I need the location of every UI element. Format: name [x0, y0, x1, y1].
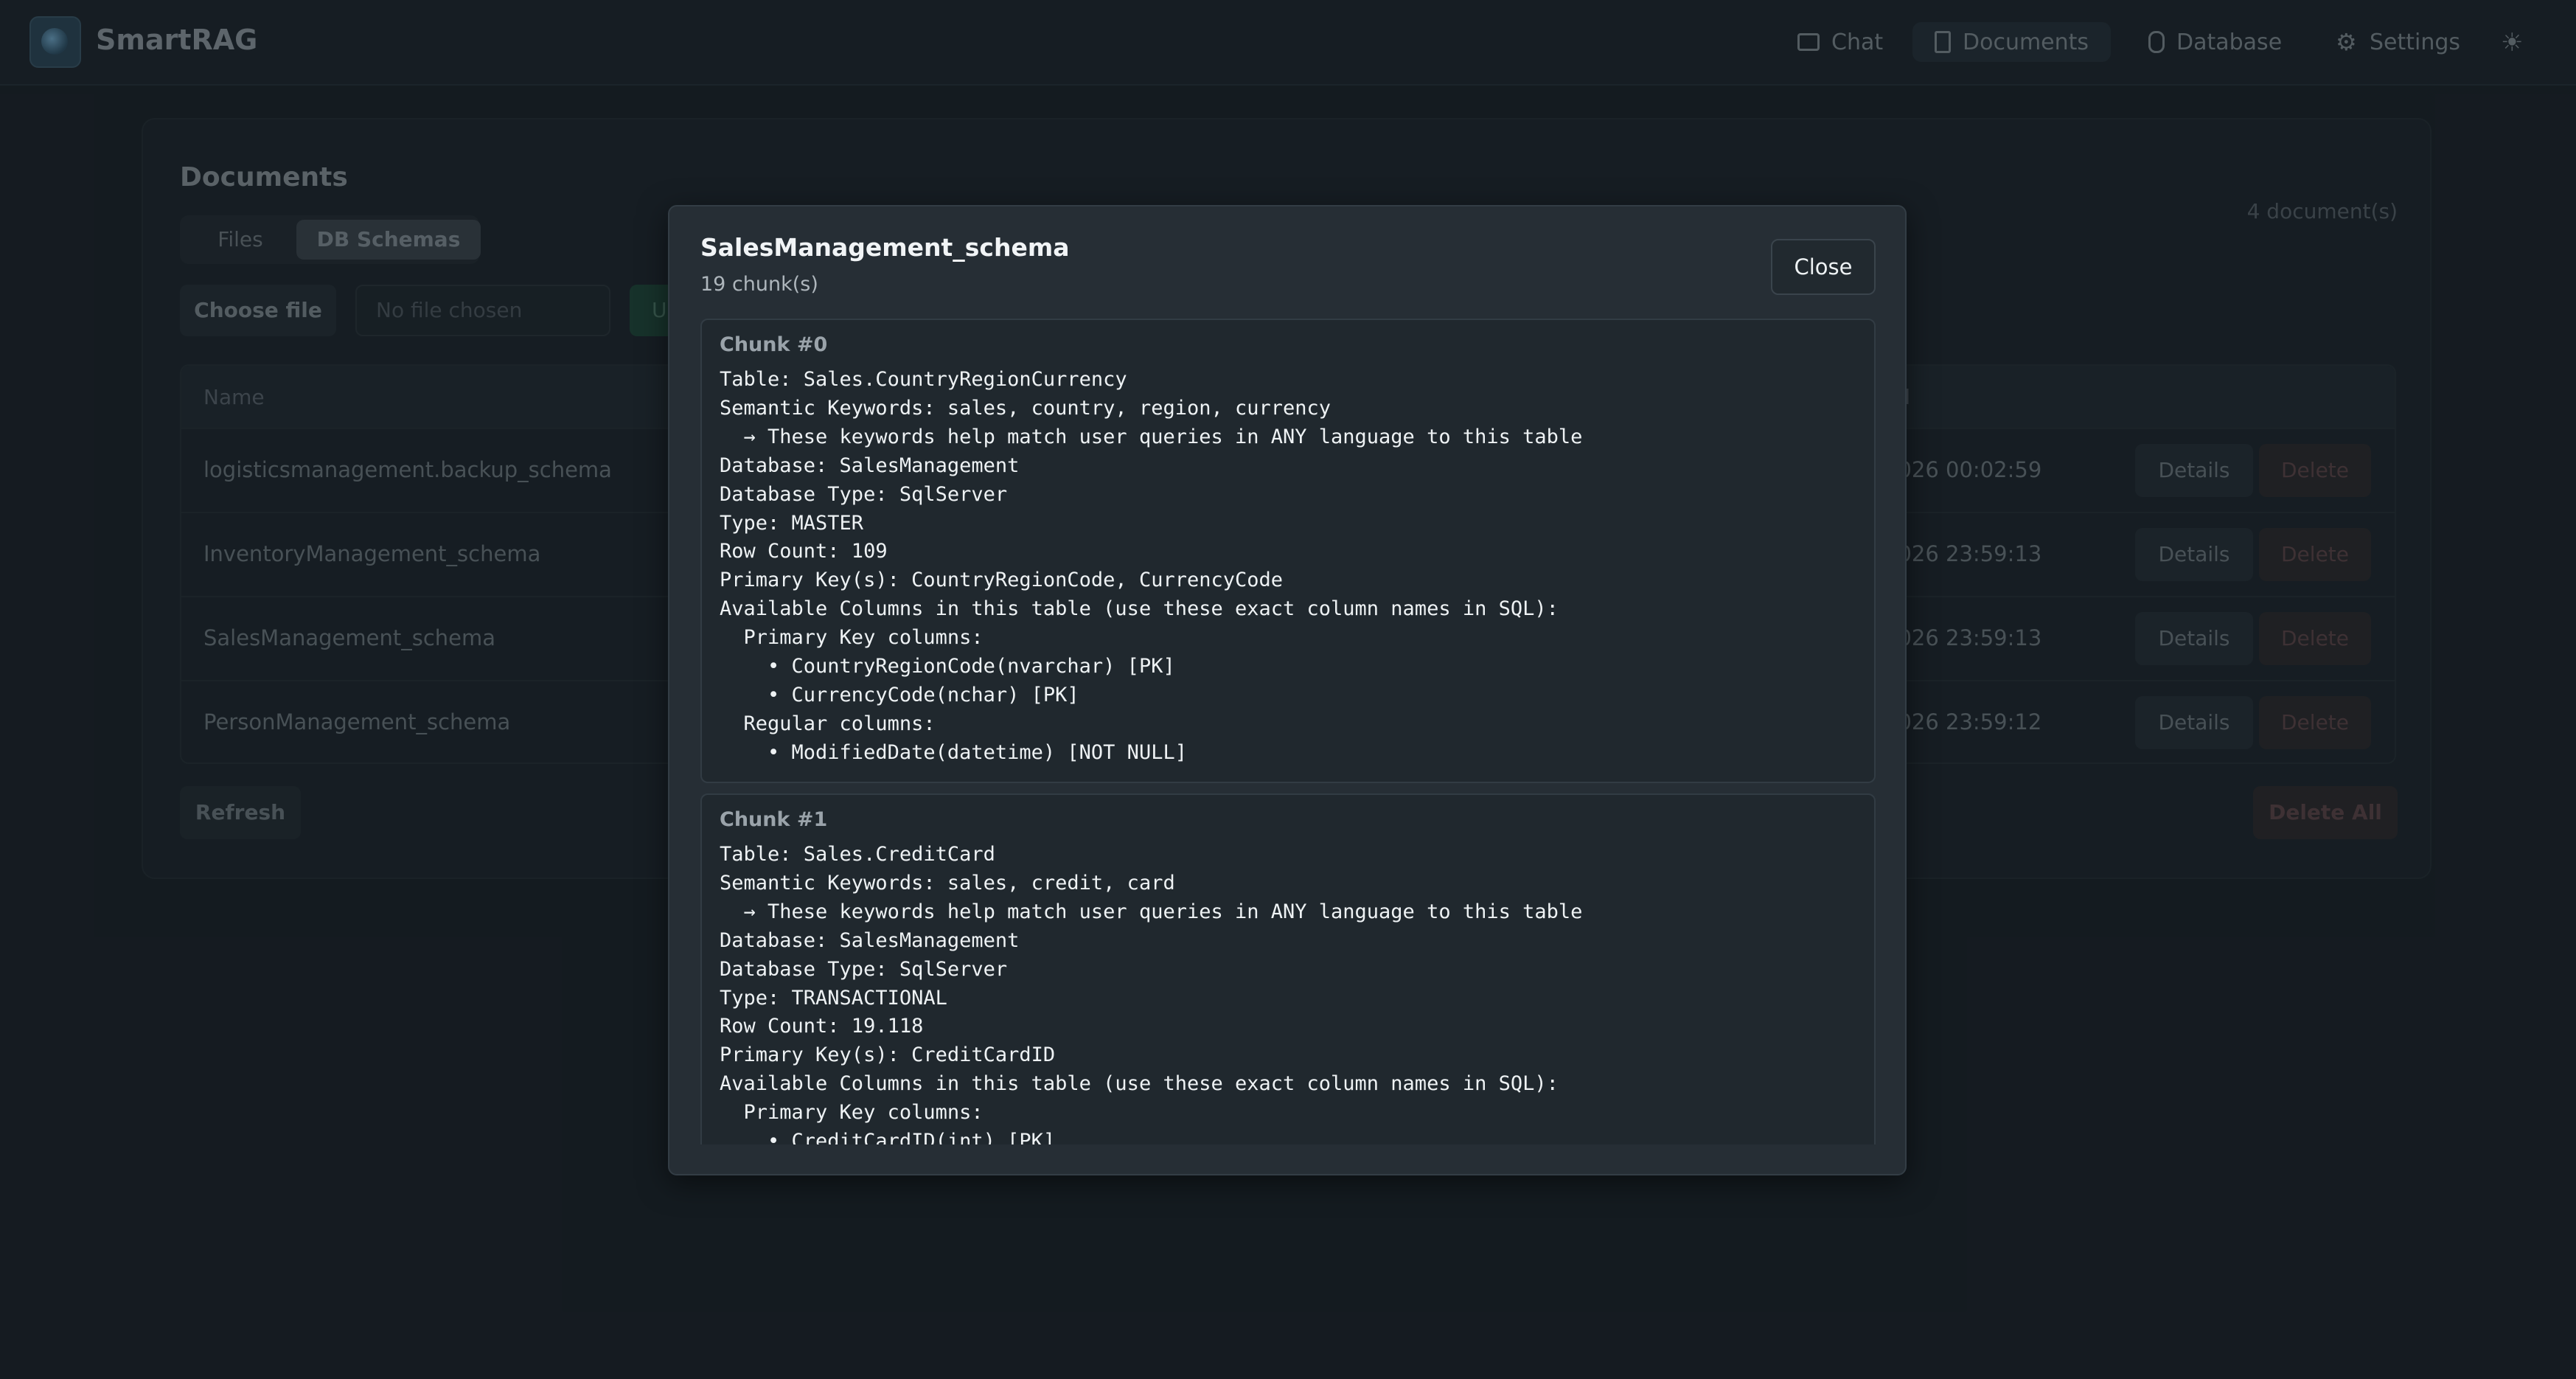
chunk-card: Chunk #0 Table: Sales.CountryRegionCurren…: [700, 319, 1876, 783]
modal-title: SalesManagement_schema: [700, 233, 1070, 262]
chunk-text: Table: Sales.CreditCard Semantic Keyword…: [720, 843, 1583, 1144]
chunk-label: Chunk #0: [720, 333, 828, 356]
chunk-text: Table: Sales.CountryRegionCurrency Seman…: [720, 368, 1583, 764]
chunk-list[interactable]: Chunk #0 Table: Sales.CountryRegionCurren…: [700, 319, 1876, 1144]
schema-details-modal: SalesManagement_schema 19 chunk(s) Close…: [668, 205, 1907, 1175]
chunk-label: Chunk #1: [720, 808, 828, 831]
close-button[interactable]: Close: [1771, 239, 1876, 295]
chunk-card: Chunk #1 Table: Sales.CreditCard Semantic…: [700, 793, 1876, 1144]
chunk-count: 19 chunk(s): [700, 273, 818, 296]
